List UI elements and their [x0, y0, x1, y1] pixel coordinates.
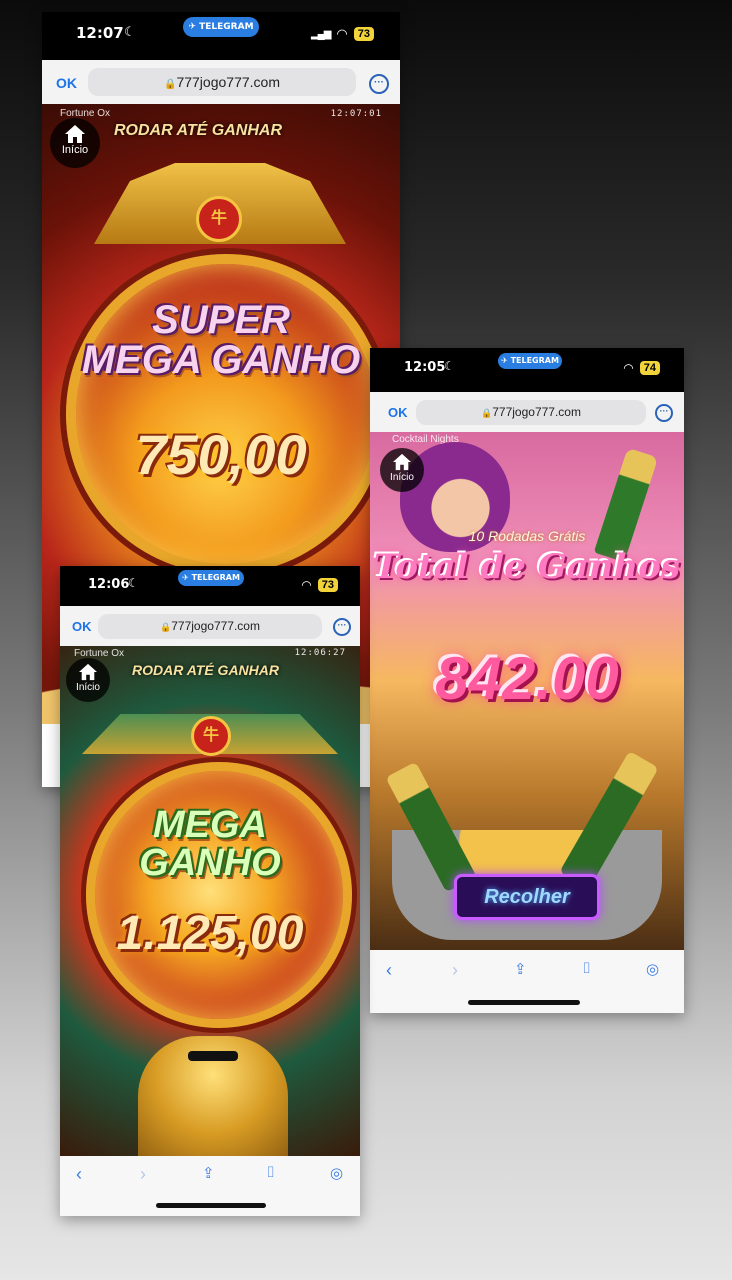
safari-toolbar: ‹ › ⇪ ⌷ ◎ — [370, 950, 684, 1013]
status-right: ▂▄▆ ◠ 73 — [311, 26, 374, 42]
home-indicator — [156, 1203, 266, 1208]
home-button[interactable]: Início — [66, 658, 110, 702]
win-amount: 1.125,00 — [116, 907, 304, 960]
battery-indicator: 73 — [353, 27, 374, 41]
status-time: 12:06 — [88, 577, 130, 592]
home-label: Início — [76, 682, 100, 693]
wifi-icon: ◠ — [301, 578, 312, 592]
home-icon — [65, 125, 85, 143]
bookmarks-icon[interactable]: ⌷ — [266, 1164, 275, 1181]
url-bar: OK 🔒777jogo777.com ··· — [60, 606, 360, 646]
moon-icon: ☾ — [128, 576, 139, 590]
lock-icon: 🔒 — [164, 79, 177, 90]
share-icon[interactable]: ⇪ — [202, 1164, 215, 1182]
free-spins-text: 10 Rodadas Grátis — [468, 528, 586, 544]
lock-icon: 🔒 — [160, 622, 172, 632]
win-title-line1: MEGA — [153, 804, 267, 846]
telegram-icon: ✈ — [501, 356, 511, 365]
moon-icon: ☾ — [124, 24, 136, 39]
gold-ring — [86, 762, 352, 1028]
ox-emblem: 牛 — [196, 196, 242, 242]
address-field[interactable]: 🔒777jogo777.com — [416, 400, 646, 425]
status-time: 12:05 — [404, 360, 446, 375]
home-button[interactable]: Início — [380, 448, 424, 492]
game-name: Fortune Ox — [60, 108, 111, 119]
screenshot-fortune-ox-mega: 12:06 ☾ ✈ TELEGRAM ◠ 73 OK 🔒777jogo777.c… — [60, 566, 360, 1216]
ok-button[interactable]: OK — [56, 75, 77, 91]
win-title: MEGA GANHO — [60, 806, 360, 882]
game-screen: Cocktail Nights Início 10 Rodadas Grátis… — [370, 432, 684, 950]
screenshot-cocktail-nights: 12:05 ☾ ✈ TELEGRAM ◠ 74 OK 🔒777jogo777.c… — [370, 348, 684, 1013]
forward-icon[interactable]: › — [452, 960, 458, 981]
collect-label: Recolher — [484, 886, 570, 908]
more-options-icon[interactable]: ··· — [333, 618, 351, 636]
game-clock: 12:06:27 — [294, 648, 346, 658]
address-field[interactable]: 🔒777jogo777.com — [98, 614, 322, 639]
telegram-label: TELEGRAM — [510, 356, 559, 365]
home-label: Início — [61, 144, 89, 156]
home-icon — [79, 663, 97, 681]
share-icon[interactable]: ⇪ — [514, 960, 527, 978]
tabs-icon[interactable]: ◎ — [330, 1164, 343, 1182]
home-icon — [393, 453, 411, 471]
game-screen: Fortune Ox 12:06:27 RODAR ATÉ GANHAR Iní… — [60, 646, 360, 1156]
telegram-pill[interactable]: ✈ TELEGRAM — [183, 17, 259, 37]
sunglasses-icon — [188, 1051, 238, 1061]
ok-button[interactable]: OK — [388, 405, 408, 420]
back-icon[interactable]: ‹ — [76, 1164, 82, 1185]
battery-indicator: 74 — [639, 361, 660, 375]
wifi-icon: ◠ — [623, 361, 634, 375]
address-text: 777jogo777.com — [492, 405, 581, 419]
banner-text: RODAR ATÉ GANHAR — [114, 122, 282, 139]
game-name: Fortune Ox — [74, 648, 125, 659]
back-icon[interactable]: ‹ — [386, 960, 392, 981]
lock-icon: 🔒 — [481, 408, 493, 418]
moon-icon: ☾ — [444, 359, 455, 373]
win-title: SUPER MEGA GANHO — [62, 300, 380, 380]
banner-text: RODAR ATÉ GANHAR — [132, 662, 279, 678]
home-label: Início — [390, 472, 414, 483]
safari-toolbar: ‹ › ⇪ ⌷ ◎ — [60, 1156, 360, 1216]
ox-emblem: 牛 — [191, 716, 231, 756]
win-title-line2: MEGA GANHO — [81, 338, 361, 382]
home-indicator — [468, 1000, 580, 1005]
status-bar: 12:05 ☾ ✈ TELEGRAM ◠ 74 — [370, 348, 684, 392]
address-text: 777jogo777.com — [171, 619, 260, 633]
wifi-icon: ◠ — [336, 26, 348, 41]
battery-indicator: 73 — [317, 578, 338, 592]
status-bar: 12:06 ☾ ✈ TELEGRAM ◠ 73 — [60, 566, 360, 606]
forward-icon[interactable]: › — [140, 1164, 146, 1185]
telegram-label: TELEGRAM — [191, 573, 240, 582]
ok-button[interactable]: OK — [72, 619, 92, 634]
telegram-icon: ✈ — [182, 573, 192, 582]
tabs-icon[interactable]: ◎ — [646, 960, 659, 978]
telegram-pill[interactable]: ✈ TELEGRAM — [498, 353, 562, 369]
win-title: Total de Ganhos — [373, 547, 681, 587]
telegram-label: TELEGRAM — [199, 22, 254, 32]
telegram-pill[interactable]: ✈ TELEGRAM — [178, 570, 244, 586]
collect-button[interactable]: Recolher — [454, 874, 600, 920]
telegram-icon: ✈ — [188, 22, 200, 32]
signal-icon: ▂▄▆ — [310, 28, 331, 40]
status-bar: 12:07 ☾ ✈ TELEGRAM ▂▄▆ ◠ 73 — [42, 12, 400, 60]
win-amount: 750,00 — [135, 423, 307, 486]
address-field[interactable]: 🔒777jogo777.com — [88, 68, 356, 96]
game-clock: 12:07:01 — [330, 109, 382, 119]
champagne-bottle — [593, 447, 659, 563]
address-text: 777jogo777.com — [176, 74, 280, 90]
win-amount: 842.00 — [435, 645, 619, 712]
url-bar: OK 🔒777jogo777.com ··· — [42, 60, 400, 104]
home-button[interactable]: Início — [50, 118, 100, 168]
status-time: 12:07 — [76, 24, 124, 42]
bookmarks-icon[interactable]: ⌷ — [582, 960, 591, 977]
status-right: ◠ 74 — [623, 361, 660, 375]
win-title-line2: GANHO — [139, 842, 281, 884]
win-title-line1: SUPER — [152, 298, 290, 342]
url-bar: OK 🔒777jogo777.com ··· — [370, 392, 684, 432]
more-options-icon[interactable]: ··· — [369, 74, 389, 94]
more-options-icon[interactable]: ··· — [655, 404, 673, 422]
status-right: ◠ 73 — [301, 578, 338, 592]
